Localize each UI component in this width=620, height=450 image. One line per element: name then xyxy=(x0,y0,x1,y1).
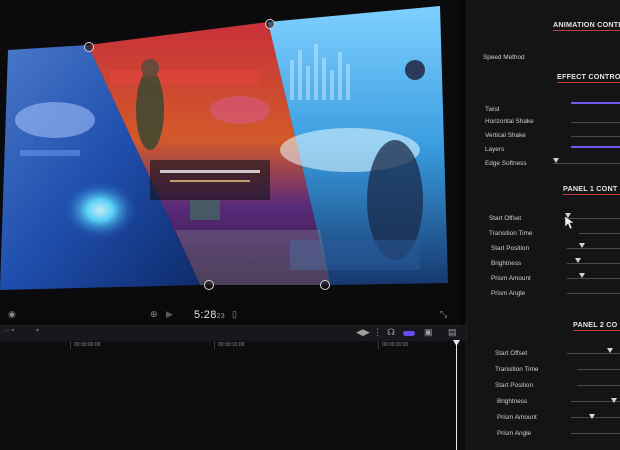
clip-marker-icon: ▯ xyxy=(232,309,237,319)
ruler-mark xyxy=(214,341,215,349)
transform-handle-top[interactable] xyxy=(265,19,275,29)
video-frame-image xyxy=(0,0,460,300)
panel2-brightness-knob[interactable] xyxy=(611,398,617,403)
effect-controls-title: EFFECT CONTRO xyxy=(557,72,620,81)
ruler-label: 00:00:20:00 xyxy=(382,342,409,348)
edge-softness-knob[interactable] xyxy=(553,158,559,163)
playhead[interactable] xyxy=(456,345,457,450)
transform-handle-left[interactable] xyxy=(84,42,94,52)
panel1-brightness-knob[interactable] xyxy=(575,258,581,263)
panel2-prism-angle-label: Prism Angle xyxy=(497,430,532,437)
inspector-panel: ANIMATION CONTR Speed Method EFFECT CONT… xyxy=(466,0,620,450)
twist-slider[interactable] xyxy=(571,102,620,104)
panel2-brightness-label: Brightness xyxy=(497,398,528,405)
headphones-icon[interactable]: ☊ xyxy=(387,327,395,338)
param-layers-label: Layers xyxy=(485,146,505,153)
inspector-toggle-icon[interactable]: ▤ xyxy=(448,327,457,338)
panel2-controls-title: PANEL 2 CO xyxy=(573,320,618,329)
transform-handle-bottom-left[interactable] xyxy=(204,280,214,290)
dropdown-chevron-icon[interactable]: ▾ xyxy=(36,327,39,334)
panel2-prism-amount-knob[interactable] xyxy=(589,414,595,419)
transform-handle-bottom-right[interactable] xyxy=(320,280,330,290)
skimming-icon[interactable]: ◀▶ xyxy=(356,327,370,338)
play-icon[interactable]: ▶ xyxy=(166,309,173,320)
layers-slider[interactable] xyxy=(571,146,620,148)
panel2-start-offset-slider[interactable] xyxy=(567,353,620,354)
snapping-toggle[interactable] xyxy=(403,331,415,336)
param-horizontal-shake-label: Horizontal Shake xyxy=(485,118,534,125)
video-viewer xyxy=(0,0,460,300)
panel2-start-offset-label: Start Offset xyxy=(495,350,528,357)
panel1-start-position-knob[interactable] xyxy=(579,243,585,248)
panel2-prism-amount-slider[interactable] xyxy=(571,417,620,418)
speed-method-label: Speed Method xyxy=(483,54,525,61)
panel2-prism-angle-slider[interactable] xyxy=(571,433,620,434)
panel1-prism-amount-slider[interactable] xyxy=(567,278,620,279)
edge-softness-slider[interactable] xyxy=(553,163,620,164)
panel1-transition-time-slider[interactable] xyxy=(579,233,620,234)
animation-controls-title: ANIMATION CONTR xyxy=(553,20,620,29)
ruler-mark xyxy=(70,341,71,349)
mouse-cursor-icon xyxy=(564,215,575,230)
panel1-start-offset-label: Start Offset xyxy=(489,215,522,222)
panel1-transition-time-label: Transition Time xyxy=(489,230,533,237)
ruler-mark xyxy=(378,341,379,349)
param-twist-label: Twist xyxy=(485,106,500,113)
record-icon[interactable]: ◉ xyxy=(8,309,16,320)
panel1-brightness-slider[interactable] xyxy=(567,263,620,264)
video-preview[interactable] xyxy=(0,0,460,300)
clip-appearance-icon[interactable]: ▣ xyxy=(424,327,433,338)
panel2-transition-time-slider[interactable] xyxy=(577,369,620,370)
param-vertical-shake-label: Vertical Shake xyxy=(485,132,526,139)
panel2-prism-amount-label: Prism Amount xyxy=(497,414,537,421)
ruler-label: 00:00:00:00 xyxy=(74,342,101,348)
panel1-prism-amount-knob[interactable] xyxy=(579,273,585,278)
index-icon[interactable]: ▭ ▾ xyxy=(4,327,14,334)
horizontal-shake-slider[interactable] xyxy=(571,122,620,123)
panel1-start-position-label: Start Position xyxy=(491,245,530,252)
section-underline xyxy=(563,194,620,195)
section-underline xyxy=(553,30,620,31)
vertical-shake-slider[interactable] xyxy=(571,136,620,137)
panel2-start-offset-knob[interactable] xyxy=(607,348,613,353)
audio-skimming-icon[interactable]: ⋮ xyxy=(373,327,382,338)
fullscreen-icon[interactable]: ⤡ xyxy=(440,309,447,320)
panel1-prism-angle-label: Prism Angle xyxy=(491,290,526,297)
panel1-controls-title: PANEL 1 CONT xyxy=(563,184,618,193)
section-underline xyxy=(557,82,620,83)
timecode-display: 5:2823 xyxy=(194,309,225,321)
panel2-start-position-label: Start Position xyxy=(495,382,534,389)
panel2-transition-time-label: Transition Time xyxy=(495,366,539,373)
panel1-prism-angle-slider[interactable] xyxy=(567,293,620,294)
param-edge-softness-label: Edge Softness xyxy=(485,160,527,167)
ruler-label: 00:00:10:00 xyxy=(218,342,245,348)
panel1-start-position-slider[interactable] xyxy=(567,248,620,249)
panel2-start-position-slider[interactable] xyxy=(577,385,620,386)
add-icon[interactable]: ⊕ xyxy=(150,309,158,320)
panel1-brightness-label: Brightness xyxy=(491,260,522,267)
panel1-prism-amount-label: Prism Amount xyxy=(491,275,531,282)
timeline-area[interactable] xyxy=(0,341,480,450)
section-underline xyxy=(573,330,620,331)
